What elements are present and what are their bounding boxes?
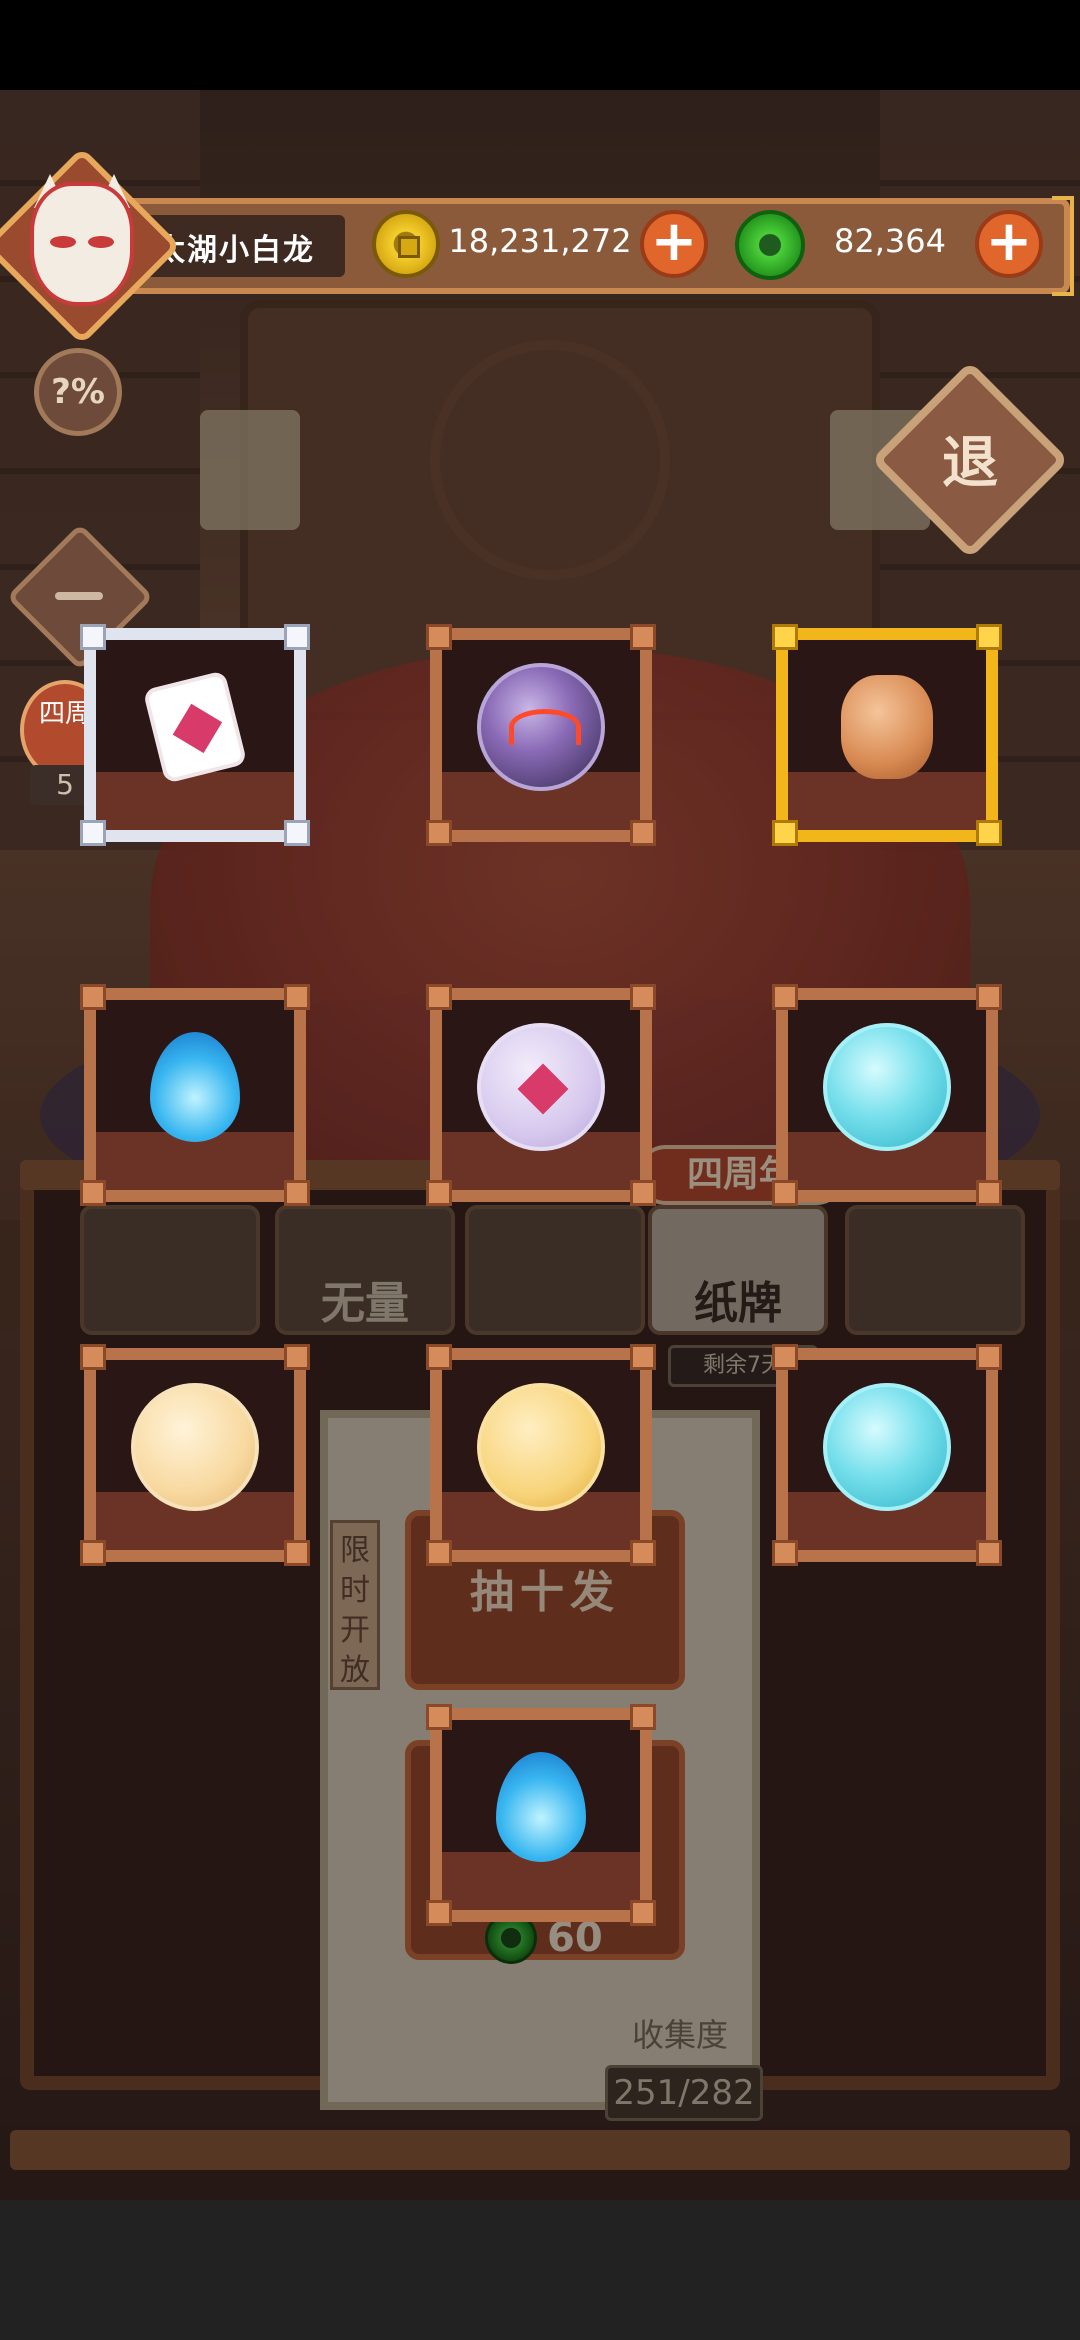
navigation-area <box>0 2200 1080 2340</box>
reward-slot-8[interactable] <box>426 1344 656 1566</box>
status-bar <box>0 0 1080 90</box>
copper-ox-badge-icon <box>841 675 933 780</box>
sword-orb-icon <box>131 1383 259 1512</box>
menu-icon <box>55 592 103 600</box>
player-name: 太湖小白龙 <box>155 233 315 268</box>
purple-mask-orb-icon <box>477 663 605 792</box>
odds-button[interactable]: ?% <box>34 348 122 436</box>
blue-flame-icon <box>496 1752 586 1863</box>
hud-corner-decor <box>1052 196 1074 296</box>
shelf <box>96 772 294 830</box>
reward-slot-5[interactable] <box>426 984 656 1206</box>
helmet-orb-icon <box>477 1383 605 1512</box>
reward-slot-1[interactable] <box>80 624 310 846</box>
add-coins-button[interactable]: + <box>640 210 708 278</box>
pink-card-tile-icon <box>142 670 248 785</box>
reward-slot-7[interactable] <box>80 1344 310 1566</box>
add-jade-button[interactable]: + <box>975 210 1043 278</box>
reward-slot-10[interactable] <box>426 1704 656 1926</box>
crystal-orb-icon <box>823 1383 951 1512</box>
blue-flame-icon <box>150 1032 240 1143</box>
reward-slot-2[interactable] <box>426 624 656 846</box>
shelf <box>788 772 986 830</box>
mask-eye <box>88 236 114 248</box>
gold-coin-icon <box>372 210 440 278</box>
reward-slot-9[interactable] <box>772 1344 1002 1566</box>
jade-icon <box>735 210 805 280</box>
crystal-orb-icon <box>823 1023 951 1152</box>
coin-balance: 18,231,272 <box>448 222 632 260</box>
exit-label: 退 <box>942 431 998 496</box>
fox-mask-avatar-icon[interactable] <box>30 182 134 306</box>
jade-balance: 82,364 <box>834 222 946 260</box>
card-orb-icon <box>477 1023 605 1152</box>
reward-slot-6[interactable] <box>772 984 1002 1206</box>
reward-slot-3[interactable] <box>772 624 1002 846</box>
mask-eye <box>50 236 76 248</box>
reward-slot-4[interactable] <box>80 984 310 1206</box>
